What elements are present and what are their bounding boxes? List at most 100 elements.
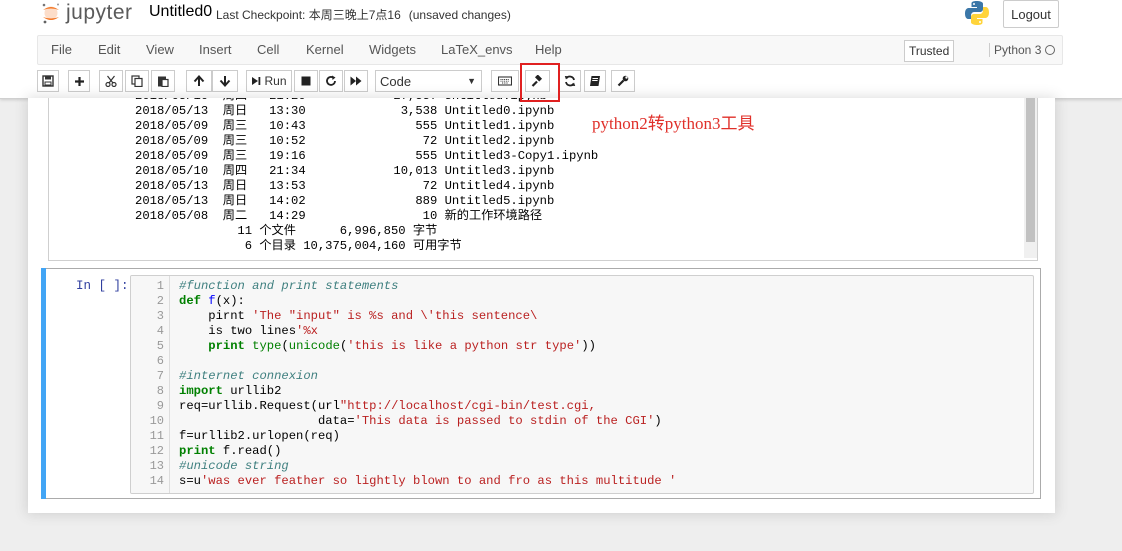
output-line: 6 个目录 10,375,004,160 可用字节 [135,239,462,253]
restart-icon [326,75,336,86]
menu-file[interactable]: File [51,42,72,57]
paste-icon [158,76,169,87]
code-editor[interactable]: 1 2 3 4 5 6 7 8 9 10 11 12 13 14 #function and print … [130,275,1034,494]
menu-widgets[interactable]: Widgets [369,42,416,57]
command-palette-button[interactable] [491,70,519,92]
logo-text: jupyter [66,1,133,24]
output-line: 2018/05/10 周四 21:34 10,013 Untitled3.ipy… [135,164,555,178]
code-line: pirnt 'The "input" is %s and \'this sent… [179,309,538,323]
line-number: 2 [156,294,164,308]
code-line: import urllib2 [179,384,282,398]
plus-icon [74,76,84,86]
settings-button[interactable] [611,70,635,92]
move-up-button[interactable] [186,70,212,92]
line-number-gutter: 1 2 3 4 5 6 7 8 9 10 11 12 13 14 [131,276,170,493]
checkpoint-status: Last Checkpoint: 本周三晚上7点16 (unsaved chang… [216,6,511,23]
code-line: data='This data is passed to stdin of th… [179,414,662,428]
keyboard-icon [498,76,512,86]
menu-view[interactable]: View [146,42,174,57]
notebook-container: 2018/05/10 周四 21:20 27,557 Untitled.ipyn… [28,98,1055,513]
code-line: print type(unicode('this is like a pytho… [208,339,596,353]
line-number: 12 [149,444,164,458]
move-down-button[interactable] [212,70,238,92]
scrollbar-thumb[interactable] [1026,98,1035,242]
cell-type-value: Code [380,73,412,89]
refresh-icon [564,75,576,87]
menu-help[interactable]: Help [535,42,562,57]
code-cell[interactable]: In [ ]: 1 2 3 4 5 6 7 8 9 10 11 12 13 14 #function an… [41,268,1041,499]
menu-latex-envs[interactable]: LaTeX_envs [441,42,513,57]
line-number: 13 [149,459,164,473]
restart-button[interactable] [319,70,343,92]
selected-cell-bar [41,268,46,499]
line-number: 5 [156,339,164,353]
logout-button[interactable]: Logout [1003,0,1059,28]
arrow-down-icon [219,76,231,87]
save-icon [42,75,54,87]
annotation-label: python2转python3工具 [592,114,755,133]
trusted-indicator[interactable]: Trusted [904,40,955,62]
line-number: 11 [149,429,164,443]
line-number: 10 [149,414,164,428]
menu-kernel[interactable]: Kernel [306,42,344,57]
output-line: 2018/05/09 周三 10:43 555 Untitled1.ipynb [135,119,555,133]
output-scrollbar[interactable] [1024,98,1037,258]
jupyter-logo[interactable]: jupyter [40,0,133,26]
line-number: 3 [156,309,164,323]
menu-insert[interactable]: Insert [199,42,232,57]
unsaved-changes: (unsaved changes) [408,8,511,22]
kernel-indicator: Python 3 [989,43,1056,57]
code-line: def f(x): [179,294,245,308]
notebook-title[interactable]: Untitled0 [149,3,212,21]
code-line: #unicode string [179,459,289,473]
book-icon [590,76,600,86]
output-line: 2018/05/09 周三 10:52 72 Untitled2.ipynb [135,134,555,148]
refresh-button[interactable] [559,70,581,92]
highlight-box [520,63,560,102]
line-number: 7 [156,369,164,383]
line-number: 9 [156,399,164,413]
header: jupyter Untitled0 Last Checkpoint: 本周三晚上… [0,0,1122,99]
cell-type-select[interactable]: Code ▼ [375,70,482,92]
code-content[interactable]: #function and print statements def f(x): … [179,279,676,489]
run-button[interactable]: Run [246,70,292,92]
python-logo-icon [963,0,991,26]
output-text: 2018/05/10 周四 21:20 27,557 Untitled.ipyn… [135,98,598,254]
output-line: 2018/05/13 周日 13:30 3,538 Untitled0.ipyn… [135,104,555,118]
copy-button[interactable] [125,70,149,92]
book-button[interactable] [584,70,606,92]
jupyter-planet-icon [40,2,62,24]
code-line: is two lines'%x [179,324,318,338]
stop-icon [301,76,311,86]
kernel-idle-icon [1045,45,1056,55]
output-line: 2018/05/13 周日 14:02 889 Untitled5.ipynb [135,194,555,208]
interrupt-button[interactable] [294,70,318,92]
kernel-name: Python 3 [994,43,1042,57]
code-line: req=urllib.Request(url"http://localhost/… [179,399,596,413]
output-line: 2018/05/09 周三 19:16 555 Untitled3-Copy1.… [135,149,599,163]
arrow-up-icon [193,75,205,86]
output-line: 2018/05/08 周二 14:29 10 新的工作环境路径 [135,209,543,223]
input-prompt: In [ ]: [76,279,129,293]
code-line: #function and print statements [179,279,399,293]
code-line: #internet connexion [179,369,318,383]
chevron-down-icon: ▼ [467,76,476,86]
line-number: 4 [156,324,164,338]
wrench-icon [617,75,629,87]
step-forward-icon [252,77,261,85]
insert-cell-button[interactable] [68,70,90,92]
menu-cell[interactable]: Cell [257,42,279,57]
line-number: 6 [156,354,164,368]
paste-button[interactable] [151,70,175,92]
restart-run-all-button[interactable] [344,70,368,92]
output-area: 2018/05/10 周四 21:20 27,557 Untitled.ipyn… [48,98,1038,261]
cut-button[interactable] [99,70,123,92]
save-button[interactable] [37,70,59,92]
code-line: print f.read() [179,444,282,458]
menu-edit[interactable]: Edit [98,42,120,57]
cut-icon [105,75,117,87]
run-label: Run [264,74,287,88]
output-line: 11 个文件 6,996,850 字节 [135,224,438,238]
copy-icon [131,75,143,87]
